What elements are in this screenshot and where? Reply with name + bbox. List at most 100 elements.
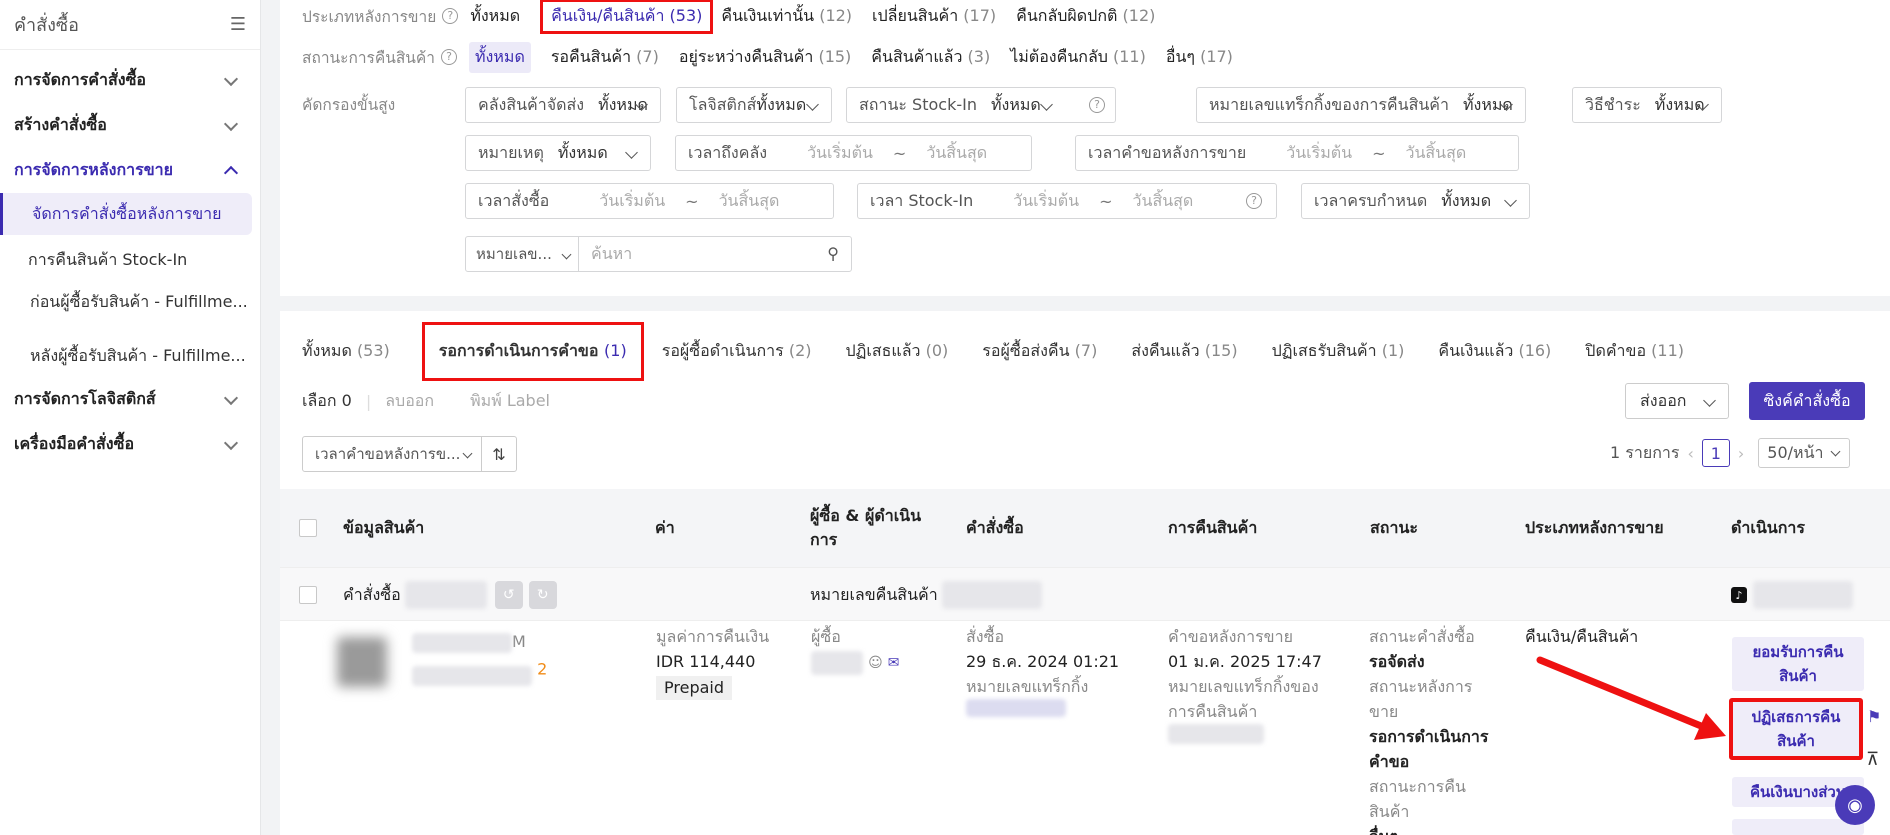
chevron-down-icon [1703, 394, 1716, 407]
pagination: 1 รายการ ‹ 1 › 50/หน้า [1610, 438, 1851, 468]
collapse-menu-icon[interactable]: ☰ [230, 14, 246, 35]
status-cell: สถานะคำสั่งซื้อ รอจัดส่ง สถานะหลังการขาย… [1369, 627, 1489, 835]
return-id-redacted [941, 581, 1042, 609]
accept-return-button[interactable]: ยอมรับการคืนสินค้า [1732, 637, 1864, 691]
row-checkbox[interactable] [299, 586, 317, 604]
sidebar-item-stockin-returns[interactable]: การคืนสินค้า Stock-In [0, 239, 260, 281]
type-option-all[interactable]: ทั้งหมด [470, 4, 520, 29]
table-header: ข้อมูลสินค้า ค่า ผู้ซื้อ & ผู้ดำเนินการ … [280, 489, 1890, 567]
help-icon[interactable]: ? [442, 8, 459, 24]
user-info-icon[interactable]: ☺ [868, 655, 883, 671]
sidebar-group-order-management[interactable]: การจัดการคำสั่งซื้อ [0, 58, 260, 103]
order-time-range[interactable]: เวลาสั่งซื้อ วันเริ่มต้น ~ วันสิ้นสุด [465, 183, 834, 219]
col-order: คำสั่งซื้อ [966, 517, 1024, 537]
sort-order-icon[interactable]: ⇅ [481, 436, 517, 472]
page-size-select[interactable]: 50/หน้า [1758, 438, 1851, 468]
tab-refused-receipt[interactable]: ปฏิเสธรับสินค้า (1) [1272, 339, 1405, 364]
page-1-button[interactable]: 1 [1701, 439, 1730, 467]
col-value: ค่า [655, 517, 675, 537]
scroll-top-icon[interactable]: ⊼ [1866, 749, 1879, 770]
col-actions: ดำเนินการ [1731, 517, 1805, 537]
sync-orders-button[interactable]: ซิงค์คำสั่งซื้อ [1749, 382, 1865, 420]
sidebar-item-before-receipt[interactable]: ก่อนผู้ซื้อรับสินค้า - Fulfillme... [0, 281, 260, 323]
search-type-select[interactable]: หมายเลข... [465, 236, 579, 272]
status-option-await-return[interactable]: รอคืนสินค้า (7) [551, 45, 659, 70]
export-button[interactable]: ส่งออก [1625, 383, 1729, 419]
tab-pending-request[interactable]: รอการดำเนินการคำขอ (1) [421, 321, 644, 381]
status-tabs: ทั้งหมด (53) รอการดำเนินการคำขอ (1) รอผู… [302, 321, 1718, 381]
type-option-abnormal[interactable]: คืนกลับผิดปกติ (12) [1016, 4, 1155, 29]
type-option-refund-only[interactable]: คืนเงินเท่านั้น (12) [721, 4, 852, 29]
tab-awaiting-buyer[interactable]: รอผู้ซื้อดำเนินการ (2) [662, 339, 812, 364]
sidebar-group-order-tools[interactable]: เครื่องมือคำสั่งซื้อ [0, 422, 260, 467]
order-cell: สั่งซื้อ 29 ธ.ค. 2024 01:21 หมายเลขแทร็ก… [966, 624, 1119, 724]
selected-count: เลือก 0 [302, 391, 352, 410]
order-header-row: คำสั่งซื้อ ↺ ↻ หมายเลขคืนสินค้า ♪ [280, 567, 1890, 621]
chevron-down-icon [1830, 446, 1841, 457]
feedback-icon[interactable]: ⚑ [1867, 707, 1881, 726]
reason-select[interactable]: หมายเหตุ ทั้งหมด [465, 135, 651, 171]
sidebar-item-after-receipt[interactable]: หลังผู้ซื้อรับสินค้า - Fulfillme... [0, 335, 260, 377]
next-page-icon[interactable]: › [1738, 444, 1744, 463]
filter-panel: ประเภทหลังการขาย? ทั้งหมด คืนเงิน/คืนสิน… [280, 0, 1890, 296]
help-icon[interactable]: ? [1089, 97, 1105, 113]
sidebar: คำสั่งซื้อ ☰ การจัดการคำสั่งซื้อ สร้างคำ… [0, 0, 261, 835]
stockin-status-select[interactable]: สถานะ Stock-In ทั้งหมด? [846, 87, 1116, 123]
sidebar-group-logistics[interactable]: การจัดการโลจิสติกส์ [0, 377, 260, 422]
status-option-all[interactable]: ทั้งหมด [468, 41, 531, 73]
col-aftersale-type: ประเภทหลังการขาย [1525, 517, 1664, 537]
status-option-returning[interactable]: อยู่ระหว่างคืนสินค้า (15) [679, 45, 851, 70]
advanced-filter-label: คัดกรองขั้นสูง [302, 96, 396, 114]
tab-returned[interactable]: ส่งคืนแล้ว (15) [1131, 339, 1237, 364]
type-option-exchange[interactable]: เปลี่ยนสินค้า (17) [872, 4, 996, 29]
bulk-toolbar: เลือก 0 | ลบออก พิมพ์ Label [302, 389, 550, 414]
list-panel: ทั้งหมด (53) รอการดำเนินการคำขอ (1) รอผู… [280, 311, 1890, 835]
tab-rejected[interactable]: ปฏิเสธแล้ว (0) [846, 339, 949, 364]
chevron-down-icon [462, 448, 473, 459]
product-image [337, 637, 387, 687]
tab-refunded[interactable]: คืนเงินแล้ว (16) [1438, 339, 1551, 364]
history-icon[interactable]: ↻ [528, 581, 557, 609]
chevron-down-icon [223, 116, 239, 131]
request-time: 01 ม.ค. 2025 17:47 [1168, 652, 1322, 671]
sidebar-group-aftersale[interactable]: การจัดการหลังการขาย [0, 148, 260, 193]
chat-icon[interactable]: ✉ [888, 655, 900, 671]
refund-value-cell: มูลค่าการคืนเงิน IDR 114,440 Prepaid [656, 624, 769, 700]
status-option-returned[interactable]: คืนสินค้าแล้ว (3) [871, 45, 990, 70]
search-input[interactable]: ค้นหา ⚲ [578, 236, 852, 272]
help-icon[interactable]: ? [440, 49, 457, 65]
select-all-checkbox[interactable] [299, 519, 317, 537]
tab-all[interactable]: ทั้งหมด (53) [302, 339, 390, 364]
clear-selection-button[interactable]: ลบออก [385, 389, 434, 414]
return-tracking-select[interactable]: หมายเลขแทร็กกิ้งของการคืนสินค้า ทั้งหมด [1196, 87, 1526, 123]
warehouse-select[interactable]: คลังสินค้าจัดส่ง ทั้งหมด [465, 87, 661, 123]
print-label-button[interactable]: พิมพ์ Label [470, 389, 550, 414]
chevron-down-icon [1504, 194, 1517, 207]
arrive-time-range[interactable]: เวลาถึงคลัง วันเริ่มต้น ~ วันสิ้นสุด [675, 135, 1032, 171]
sidebar-item-aftersale-orders[interactable]: จัดการคำสั่งซื้อหลังการขาย [0, 193, 252, 235]
tab-closed[interactable]: ปิดคำขอ (11) [1585, 339, 1684, 364]
help-icon[interactable]: ? [1246, 193, 1262, 209]
chevron-down-icon [223, 390, 239, 405]
col-buyer: ผู้ซื้อ & ผู้ดำเนินการ [810, 506, 922, 549]
prev-page-icon[interactable]: ‹ [1687, 444, 1693, 463]
logistics-select[interactable]: โลจิสติกส์ ทั้งหมด [676, 87, 832, 123]
status-option-other[interactable]: อื่นๆ (17) [1166, 45, 1233, 70]
sort-select[interactable]: เวลาคำขอหลังการข... [302, 436, 482, 472]
status-option-no-return[interactable]: ไม่ต้องคืนกลับ (11) [1010, 45, 1146, 70]
sidebar-group-create-order[interactable]: สร้างคำสั่งซื้อ [0, 103, 260, 148]
due-time-select[interactable]: เวลาครบกำหนด ทั้งหมด [1301, 183, 1530, 219]
request-time-range[interactable]: เวลาคำขอหลังการขาย วันเริ่มต้น ~ วันสิ้นสุด [1075, 135, 1519, 171]
chat-support-icon[interactable]: ◉ [1835, 785, 1875, 825]
aftersale-type: คืนเงิน/คืนสินค้า [1525, 627, 1639, 646]
buyer-cell: ผู้ซื้อ ☺ ✉ [811, 624, 900, 676]
order-id-redacted [404, 581, 487, 609]
return-cell: คำขอหลังการขาย 01 ม.ค. 2025 17:47 หมายเล… [1168, 624, 1338, 751]
tab-await-buyer-return[interactable]: รอผู้ซื้อส่งคืน (7) [982, 339, 1097, 364]
reject-return-button[interactable]: ปฏิเสธการคืนสินค้า [1729, 698, 1863, 760]
type-option-refund-return[interactable]: คืนเงิน/คืนสินค้า (53) [540, 0, 714, 34]
copy-icon[interactable]: ↺ [494, 581, 523, 609]
payment-select[interactable]: วิธีชำระ ทั้งหมด [1572, 87, 1722, 123]
stockin-time-range[interactable]: เวลา Stock-In วันเริ่มต้น ~ วันสิ้นสุด? [857, 183, 1277, 219]
search-icon[interactable]: ⚲ [827, 244, 839, 263]
